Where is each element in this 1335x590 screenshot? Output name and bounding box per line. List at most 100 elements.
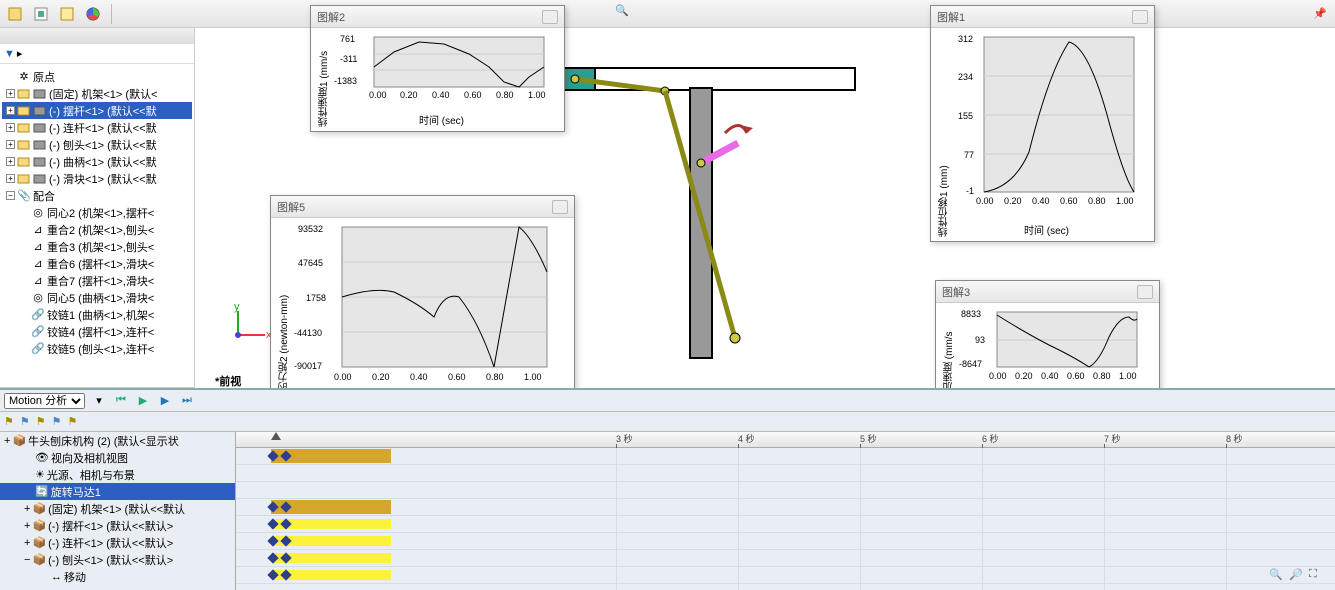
tab-config[interactable]	[30, 3, 52, 25]
view-toolbar: 🔍	[615, 4, 633, 22]
motion-tree-item[interactable]: 👁视向及相机视图	[0, 449, 235, 466]
mate-node[interactable]: ⊿重合2 (机架<1>,刨头<	[16, 221, 192, 238]
mate-node[interactable]: ⊿重合7 (摆杆<1>,滑块<	[16, 272, 192, 289]
component-node[interactable]: +(-) 滑块<1> (默认<<默	[2, 170, 192, 187]
filter4-icon[interactable]: ⚑	[52, 415, 62, 428]
mate-node[interactable]: ◎同心2 (机架<1>,摆杆<	[16, 204, 192, 221]
motion-tree-item[interactable]: −📦(-) 刨头<1> (默认<<默认>	[0, 551, 235, 568]
origin-node[interactable]: ✲ 原点	[2, 68, 192, 85]
timeline-row[interactable]	[236, 550, 1335, 567]
pin-icon[interactable]: 📌	[1309, 3, 1331, 25]
motion-tree-item[interactable]: +📦(-) 摆杆<1> (默认<<默认>	[0, 517, 235, 534]
svg-text:1758: 1758	[306, 293, 326, 303]
timeline-cursor[interactable]	[271, 432, 281, 440]
item-icon: 👁	[35, 451, 49, 464]
timeline-row[interactable]	[236, 567, 1335, 584]
expand-icon[interactable]: +	[6, 123, 15, 132]
timeline-row[interactable]	[236, 533, 1335, 550]
motion-tree-item[interactable]: ↔移动	[0, 568, 235, 585]
filter5-icon[interactable]: ⚑	[68, 415, 78, 428]
expand-icon[interactable]: +	[24, 537, 30, 549]
mate-node[interactable]: 🔗铰链5 (刨头<1>,连杆<	[16, 340, 192, 357]
item-icon: 📦	[32, 553, 46, 566]
settings-icon[interactable]: ▾	[91, 393, 107, 409]
mate-icon: ◎	[31, 206, 45, 219]
tab-property[interactable]	[56, 3, 78, 25]
component-node[interactable]: + (-) 摆杆<1> (默认<<默	[2, 102, 192, 119]
svg-text:0.20: 0.20	[372, 372, 390, 382]
timeline-row[interactable]	[236, 465, 1335, 482]
component-node[interactable]: +(-) 刨头<1> (默认<<默	[2, 136, 192, 153]
zoom-fit-icon[interactable]: 🔍	[615, 4, 633, 22]
chart-window-2[interactable]: 图解2 线性速度1 (mm/s 761-311-1383 0.000.200.4…	[310, 5, 565, 132]
timeline-row[interactable]	[236, 584, 1335, 590]
svg-text:77: 77	[964, 150, 974, 160]
timeline-row[interactable]	[236, 482, 1335, 499]
mate-label: 重合2 (机架<1>,刨头<	[47, 222, 154, 238]
expand-icon[interactable]: +	[6, 174, 15, 183]
close-icon[interactable]	[552, 200, 568, 214]
expand-icon[interactable]: +	[6, 157, 15, 166]
chart2-xlabel: 时间 (sec)	[334, 112, 549, 127]
zoom-fit-icon[interactable]: ⛶	[1309, 568, 1325, 584]
filter-icon[interactable]: ⚑	[4, 415, 14, 428]
play-icon[interactable]: ▶	[157, 393, 173, 409]
mates-folder[interactable]: − 📎 配合	[2, 187, 192, 204]
close-icon[interactable]	[542, 10, 558, 24]
stop-icon[interactable]: ⏭	[179, 393, 195, 409]
mate-node[interactable]: ◎同心5 (曲柄<1>,滑块<	[16, 289, 192, 306]
expand-icon[interactable]: −	[24, 554, 30, 566]
close-icon[interactable]	[1132, 10, 1148, 24]
component-node[interactable]: +(-) 曲柄<1> (默认<<默	[2, 153, 192, 170]
timeline-row[interactable]	[236, 516, 1335, 533]
svg-text:0.00: 0.00	[976, 196, 994, 206]
svg-text:0.80: 0.80	[1093, 371, 1111, 381]
filter3-icon[interactable]: ⚑	[36, 415, 46, 428]
expand-icon[interactable]: +	[6, 89, 15, 98]
timeline-row[interactable]	[236, 499, 1335, 516]
filter2-icon[interactable]: ⚑	[20, 415, 30, 428]
filter-arrow-icon[interactable]: ▸	[17, 47, 23, 60]
collapse-icon[interactable]: −	[6, 191, 15, 200]
component-label: (-) 摆杆<1> (默认<<默	[49, 103, 157, 119]
mate-icon: ⊿	[31, 274, 45, 287]
filter-icon[interactable]: ▼	[4, 48, 15, 60]
expand-icon[interactable]: +	[24, 503, 30, 515]
component-node[interactable]: +(固定) 机架<1> (默认<	[2, 85, 192, 102]
chart-window-1[interactable]: 图解1 线性位移1 (mm) 31223415577-1 0.000.200.4…	[930, 5, 1155, 242]
svg-text:0.40: 0.40	[432, 90, 450, 100]
expand-icon[interactable]: +	[24, 520, 30, 532]
study-type-select[interactable]: Motion 分析	[4, 393, 85, 409]
mate-node[interactable]: 🔗铰链4 (摆杆<1>,连杆<	[16, 323, 192, 340]
play-back-icon[interactable]: ▶	[135, 393, 151, 409]
timeline-ruler[interactable]: 3 秒4 秒5 秒6 秒7 秒8 秒9 秒	[236, 432, 1335, 448]
motion-toolbar: Motion 分析 ▾ ⏮ ▶ ▶ ⏭	[0, 390, 1335, 412]
motion-tree-item[interactable]: 🔄旋转马达1	[0, 483, 235, 500]
expand-icon[interactable]: +	[6, 106, 15, 115]
tab-appearance[interactable]	[82, 3, 104, 25]
mate-node[interactable]: ⊿重合6 (摆杆<1>,滑块<	[16, 255, 192, 272]
chart1-plot: 31223415577-1 0.000.200.400.600.801.00	[954, 32, 1139, 222]
calculate-icon[interactable]: ⏮	[113, 393, 129, 409]
motion-tree-item[interactable]: +📦(-) 连杆<1> (默认<<默认>	[0, 534, 235, 551]
tab-feature-tree[interactable]	[4, 3, 26, 25]
expand-icon[interactable]: +	[6, 140, 15, 149]
part-icon	[17, 173, 31, 185]
mate-node[interactable]: ⊿重合3 (机架<1>,刨头<	[16, 238, 192, 255]
motion-tree-item[interactable]: +📦牛头刨床机构 (2) (默认<显示状	[0, 432, 235, 449]
svg-text:234: 234	[958, 72, 973, 82]
expand-icon[interactable]: +	[4, 435, 10, 447]
zoom-in-icon[interactable]: 🔍	[1269, 568, 1285, 584]
close-icon[interactable]	[1137, 285, 1153, 299]
timeline[interactable]: ⚡ ● ◐ § ↘ ✎ ● ☰ ⊞ 3 秒4 秒5 秒6 秒7 秒8 秒9 秒	[236, 432, 1335, 590]
timeline-gridline	[738, 448, 739, 590]
timeline-row[interactable]	[236, 448, 1335, 465]
chart-window-5[interactable]: 图解5 应用的力矩2 (newton-mm) 93532476451758-44…	[270, 195, 575, 417]
motion-tree-item[interactable]: ☀光源、相机与布景	[0, 466, 235, 483]
motion-tree-item[interactable]: +📦(固定) 机架<1> (默认<<默认	[0, 500, 235, 517]
mate-label: 同心5 (曲柄<1>,滑块<	[47, 290, 154, 306]
mate-node[interactable]: 🔗铰链1 (曲柄<1>,机架<	[16, 306, 192, 323]
component-node[interactable]: +(-) 连杆<1> (默认<<默	[2, 119, 192, 136]
zoom-out-icon[interactable]: 🔎	[1289, 568, 1305, 584]
mate-label: 铰链4 (摆杆<1>,连杆<	[47, 324, 154, 340]
